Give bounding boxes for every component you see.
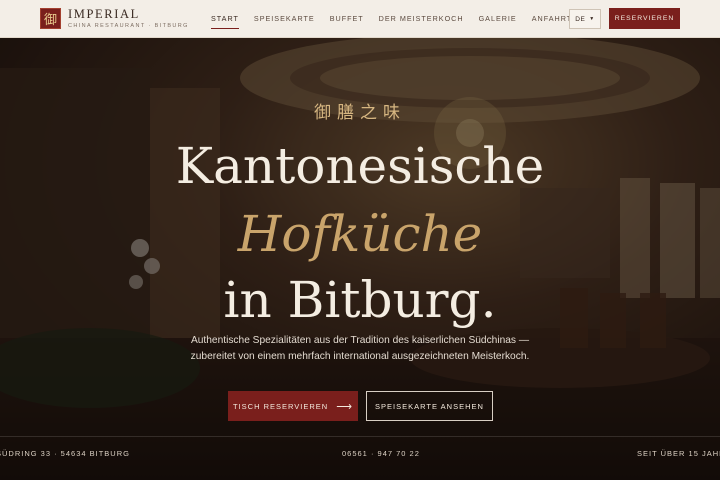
logo[interactable]: 御 IMPERIAL CHINA RESTAURANT · BITBURG xyxy=(40,8,189,29)
arrow-right-icon: ⟶ xyxy=(336,400,353,413)
nav-item-buffet[interactable]: BUFFET xyxy=(330,14,364,23)
brand-name: IMPERIAL xyxy=(68,7,140,21)
phone-link[interactable]: 06561 · 947 70 22 xyxy=(342,449,420,458)
hero-description: Authentische Spezialitäten aus der Tradi… xyxy=(140,333,580,365)
hero-section: 御膳之味 Kantonesische Hofküche in Bitburg. … xyxy=(0,38,720,480)
language-select[interactable]: DE ▼ xyxy=(569,9,601,29)
language-value: DE xyxy=(575,15,586,23)
nav-item-speisekarte[interactable]: SPEISEKARTE xyxy=(254,14,315,23)
nav-item-anfahrt[interactable]: ANFAHRT xyxy=(532,14,572,23)
nav-item-start[interactable]: START xyxy=(211,14,239,29)
chinese-title: 御膳之味 xyxy=(314,103,406,123)
chevron-down-icon: ▼ xyxy=(589,16,595,22)
logo-text: IMPERIAL CHINA RESTAURANT · BITBURG xyxy=(68,8,189,29)
reserve-table-label: TISCH RESERVIEREN xyxy=(233,401,329,411)
hero-description-line-2: zubereitet von einem mehrfach internatio… xyxy=(190,351,530,362)
logo-emblem-icon: 御 xyxy=(40,8,61,29)
info-strip: SÜDRING 33 · 54634 BITBURG 06561 · 947 7… xyxy=(0,436,720,480)
hero-description-line-1: Authentische Spezialitäten aus der Tradi… xyxy=(190,335,530,346)
headline-line-2: Hofküche xyxy=(237,205,483,263)
since-text: SEIT ÜBER 15 JAHREN xyxy=(637,449,720,458)
brand-tagline: CHINA RESTAURANT · BITBURG xyxy=(68,23,189,29)
site-header: 御 IMPERIAL CHINA RESTAURANT · BITBURG ST… xyxy=(0,0,720,38)
address-text: SÜDRING 33 · 54634 BITBURG xyxy=(0,449,130,458)
header-reserve-button[interactable]: RESERVIEREN xyxy=(609,8,680,29)
nav-item-galerie[interactable]: GALERIE xyxy=(479,14,517,23)
headline-line-1: Kantonesische xyxy=(175,137,545,195)
main-nav: START SPEISEKARTE BUFFET DER MEISTERKOCH… xyxy=(211,14,587,29)
nav-item-meisterkoch[interactable]: DER MEISTERKOCH xyxy=(379,14,464,23)
headline-line-3: in Bitburg. xyxy=(223,271,497,329)
view-menu-button[interactable]: SPEISEKARTE ANSEHEN xyxy=(366,391,493,421)
reserve-table-button[interactable]: TISCH RESERVIEREN ⟶ xyxy=(228,391,358,421)
